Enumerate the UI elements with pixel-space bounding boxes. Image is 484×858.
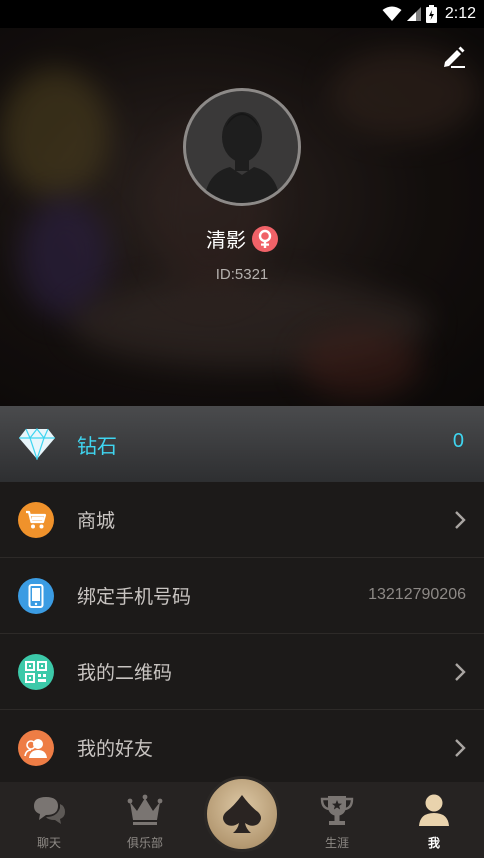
settings-menu: 商城 绑定手机号码 13212790206 我的二维码 我的好友 bbox=[0, 482, 484, 786]
battery-icon bbox=[425, 5, 437, 23]
crown-icon bbox=[127, 792, 163, 828]
username: 清影 bbox=[206, 228, 246, 252]
diamond-icon bbox=[19, 428, 55, 460]
tab-club[interactable]: 俱乐部 bbox=[100, 782, 190, 858]
chevron-right-icon bbox=[455, 511, 466, 529]
avatar[interactable] bbox=[183, 88, 301, 206]
chevron-right-icon bbox=[455, 739, 466, 757]
edit-profile-button[interactable] bbox=[438, 40, 470, 72]
menu-label-friends: 我的好友 bbox=[77, 738, 154, 760]
diamond-count: 0 bbox=[452, 430, 464, 452]
menu-label-shop: 商城 bbox=[77, 510, 116, 532]
phone-number: 13212790206 bbox=[368, 586, 466, 603]
status-time: 2:12 bbox=[444, 5, 476, 22]
user-id: ID:5321 bbox=[215, 266, 269, 283]
profile-header: 清影 ID:5321 bbox=[0, 28, 484, 406]
wifi-icon bbox=[382, 6, 402, 21]
pencil-icon bbox=[444, 46, 465, 68]
center-play-button[interactable] bbox=[204, 776, 280, 852]
tab-me[interactable]: 我 bbox=[389, 782, 479, 858]
menu-item-bind-phone[interactable]: 绑定手机号码 13212790206 bbox=[0, 558, 484, 634]
bottom-tab-bar: 聊天 俱乐部 生涯 我 bbox=[0, 776, 484, 858]
cart-icon bbox=[18, 502, 54, 538]
menu-item-qr-code[interactable]: 我的二维码 bbox=[0, 634, 484, 710]
chevron-right-icon bbox=[455, 663, 466, 681]
screen: 2:12 清影 ID:5321 钻石 0 商城 绑定手机号码 132127902… bbox=[0, 0, 484, 858]
tab-label-chat: 聊天 bbox=[36, 836, 61, 850]
menu-item-friends[interactable]: 我的好友 bbox=[0, 710, 484, 786]
person-icon bbox=[416, 792, 452, 828]
trophy-icon bbox=[319, 792, 355, 828]
female-gender-icon bbox=[252, 225, 278, 252]
tab-label-club: 俱乐部 bbox=[126, 836, 163, 850]
diamond-label: 钻石 bbox=[77, 434, 117, 458]
default-avatar-icon bbox=[204, 112, 280, 203]
tab-label-me: 我 bbox=[427, 836, 440, 850]
qr-code-icon bbox=[18, 654, 54, 690]
menu-label-bind-phone: 绑定手机号码 bbox=[77, 586, 192, 608]
tab-career[interactable]: 生涯 bbox=[292, 782, 382, 858]
menu-item-shop[interactable]: 商城 bbox=[0, 482, 484, 558]
phone-icon bbox=[18, 578, 54, 614]
friends-icon bbox=[18, 730, 54, 766]
spade-icon bbox=[223, 795, 261, 833]
tab-chat[interactable]: 聊天 bbox=[4, 782, 94, 858]
signal-icon bbox=[406, 7, 421, 21]
tab-label-career: 生涯 bbox=[324, 836, 349, 850]
diamond-balance-row[interactable]: 钻石 0 bbox=[0, 406, 484, 482]
chat-icon bbox=[31, 792, 67, 828]
menu-label-qr-code: 我的二维码 bbox=[77, 662, 173, 684]
status-bar: 2:12 bbox=[0, 0, 484, 28]
